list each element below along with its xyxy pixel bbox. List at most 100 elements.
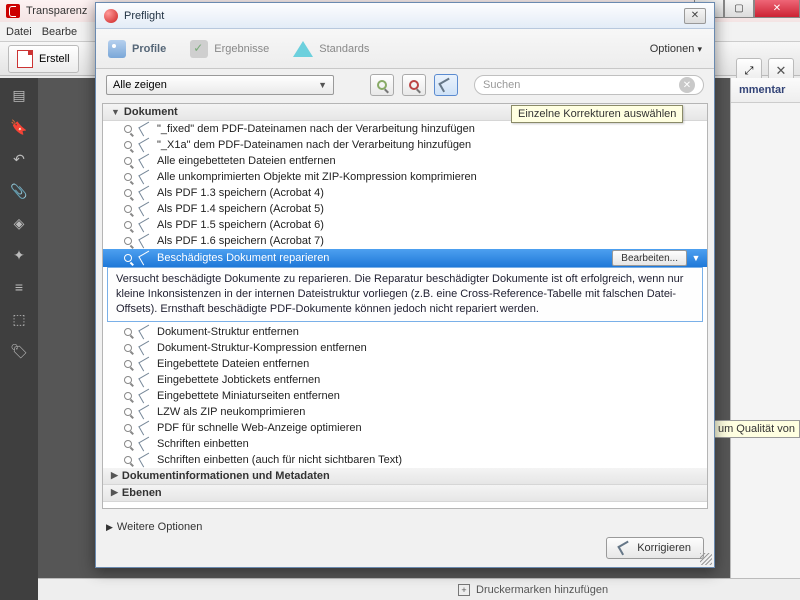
bottom-action-strip: + Druckermarken hinzufügen — [38, 578, 800, 600]
magnifier-red-icon — [409, 80, 419, 90]
view-fixups-button[interactable] — [434, 74, 458, 96]
wrench-icon — [139, 138, 153, 152]
magnifier-icon — [121, 251, 135, 265]
chevron-right-icon: ▶ — [111, 470, 118, 481]
filter-combo-value: Alle zeigen — [113, 79, 167, 91]
list-item[interactable]: Alle unkomprimierten Objekte mit ZIP-Kom… — [103, 169, 707, 185]
order-icon[interactable]: ≡ — [10, 278, 28, 296]
list-item[interactable]: Eingebettete Miniaturseiten entfernen — [103, 388, 707, 404]
attachments-icon[interactable]: 📎 — [10, 182, 28, 200]
right-panel-header[interactable]: mmentar — [731, 78, 800, 103]
wrench-icon — [139, 186, 153, 200]
fixups-tree[interactable]: ▼ Dokument "_fixed" dem PDF-Dateinamen n… — [102, 103, 708, 509]
results-icon — [190, 40, 208, 58]
tab-results[interactable]: Ergebnisse — [190, 40, 269, 58]
search-input[interactable]: Suchen ✕ — [474, 75, 704, 95]
magnifier-icon — [121, 218, 135, 232]
list-item[interactable]: Eingebettete Dateien entfernen — [103, 356, 707, 372]
pages-icon[interactable]: ▤ — [10, 86, 28, 104]
list-item-label: Eingebettete Miniaturseiten entfernen — [157, 390, 340, 402]
wrench-icon — [139, 218, 153, 232]
list-item[interactable]: PDF für schnelle Web-Anzeige optimieren — [103, 420, 707, 436]
standards-rail-icon[interactable]: ⬚ — [10, 310, 28, 328]
magnifier-icon — [121, 154, 135, 168]
list-item[interactable]: Eingebettete Jobtickets entfernen — [103, 372, 707, 388]
menu-bearbeiten[interactable]: Bearbe — [42, 26, 77, 38]
list-item-label: Dokument-Struktur-Kompression entfernen — [157, 342, 367, 354]
list-item-label: Alle eingebetteten Dateien entfernen — [157, 155, 336, 167]
magnifier-icon — [121, 437, 135, 451]
list-item-label: Als PDF 1.6 speichern (Acrobat 7) — [157, 235, 324, 247]
dialog-titlebar[interactable]: Preflight ✕ — [96, 3, 714, 29]
wrench-icon — [139, 389, 153, 403]
list-item[interactable]: "_fixed" dem PDF-Dateinamen nach der Ver… — [103, 121, 707, 137]
magnifier-icon — [121, 170, 135, 184]
signatures-icon[interactable]: ✦ — [10, 246, 28, 264]
magnifier-icon — [121, 186, 135, 200]
magnifier-icon — [121, 341, 135, 355]
view-profiles-button[interactable] — [370, 74, 394, 96]
chevron-down-icon: ▼ — [318, 80, 327, 90]
view-checks-button[interactable] — [402, 74, 426, 96]
list-item-label: Alle unkomprimierten Objekte mit ZIP-Kom… — [157, 171, 477, 183]
korrigieren-button[interactable]: Korrigieren — [606, 537, 704, 559]
close-button[interactable]: ✕ — [754, 0, 800, 18]
tags-icon[interactable]: 🏷 — [10, 342, 28, 360]
list-item-label: Als PDF 1.3 speichern (Acrobat 4) — [157, 187, 324, 199]
wrench-icon — [139, 453, 153, 467]
list-item[interactable]: "_X1a" dem PDF-Dateinamen nach der Verar… — [103, 137, 707, 153]
list-item-label: Beschädigtes Dokument reparieren — [157, 252, 329, 264]
wrench-icon — [139, 170, 153, 184]
magnifier-icon — [121, 453, 135, 467]
group-dokinfo-label: Dokumentinformationen und Metadaten — [122, 470, 330, 482]
filter-combo[interactable]: Alle zeigen ▼ — [106, 75, 334, 95]
wrench-icon — [139, 325, 153, 339]
magnifier-icon — [121, 202, 135, 216]
magnifier-icon — [377, 80, 387, 90]
search-placeholder: Suchen — [483, 79, 520, 91]
list-item[interactable]: Dokument-Struktur entfernen — [103, 324, 707, 340]
tab-standards[interactable]: Standards — [293, 41, 369, 57]
magnifier-icon — [121, 234, 135, 248]
standards-icon — [293, 41, 313, 57]
options-menu[interactable]: Optionen — [650, 43, 702, 55]
group-ebenen-label: Ebenen — [122, 487, 162, 499]
list-item[interactable]: Als PDF 1.5 speichern (Acrobat 6) — [103, 217, 707, 233]
list-item[interactable]: Dokument-Struktur-Kompression entfernen — [103, 340, 707, 356]
list-item[interactable]: Schriften einbetten (auch für nicht sich… — [103, 452, 707, 468]
wrench-icon — [139, 437, 153, 451]
bookmarks-icon[interactable]: 🔖 — [10, 118, 28, 136]
menu-datei[interactable]: Datei — [6, 26, 32, 38]
list-item-label: Als PDF 1.5 speichern (Acrobat 6) — [157, 219, 324, 231]
list-item[interactable]: LZW als ZIP neukomprimieren — [103, 404, 707, 420]
tab-standards-label: Standards — [319, 43, 369, 55]
tab-profile[interactable]: Profile — [108, 40, 166, 58]
more-options-toggle[interactable]: ▶ Weitere Optionen — [106, 521, 202, 533]
add-printer-marks[interactable]: + Druckermarken hinzufügen — [458, 584, 608, 596]
list-item-label: Eingebettete Dateien entfernen — [157, 358, 309, 370]
list-item[interactable]: Beschädigtes Dokument reparieren Bearbeit… — [103, 249, 707, 267]
chevron-right-icon: ▶ — [111, 487, 118, 498]
clear-search-icon[interactable]: ✕ — [679, 77, 695, 93]
maximize-button[interactable]: ▢ — [724, 0, 754, 18]
wrench-icon — [139, 234, 153, 248]
list-item[interactable]: Alle eingebetteten Dateien entfernen — [103, 153, 707, 169]
list-item-label: Dokument-Struktur entfernen — [157, 326, 299, 338]
edit-button[interactable]: Bearbeiten... — [612, 250, 687, 266]
resize-grip[interactable] — [700, 553, 712, 565]
list-item[interactable]: Als PDF 1.6 speichern (Acrobat 7) — [103, 233, 707, 249]
group-ebenen[interactable]: ▶ Ebenen — [103, 485, 707, 502]
list-item[interactable]: Schriften einbetten — [103, 436, 707, 452]
wrench-icon — [139, 251, 153, 265]
tab-profile-label: Profile — [132, 43, 166, 55]
chevron-down-icon[interactable]: ▼ — [691, 253, 701, 263]
dialog-close-button[interactable]: ✕ — [684, 8, 706, 24]
group-dokinfo[interactable]: ▶ Dokumentinformationen und Metadaten — [103, 468, 707, 485]
list-item[interactable]: Als PDF 1.4 speichern (Acrobat 5) — [103, 201, 707, 217]
korrigieren-label: Korrigieren — [637, 542, 691, 554]
wrench-icon — [139, 357, 153, 371]
undo-icon[interactable]: ↶ — [10, 150, 28, 168]
list-item[interactable]: Als PDF 1.3 speichern (Acrobat 4) — [103, 185, 707, 201]
create-pdf-button[interactable]: Erstell — [8, 45, 79, 73]
layers-icon[interactable]: ◈ — [10, 214, 28, 232]
